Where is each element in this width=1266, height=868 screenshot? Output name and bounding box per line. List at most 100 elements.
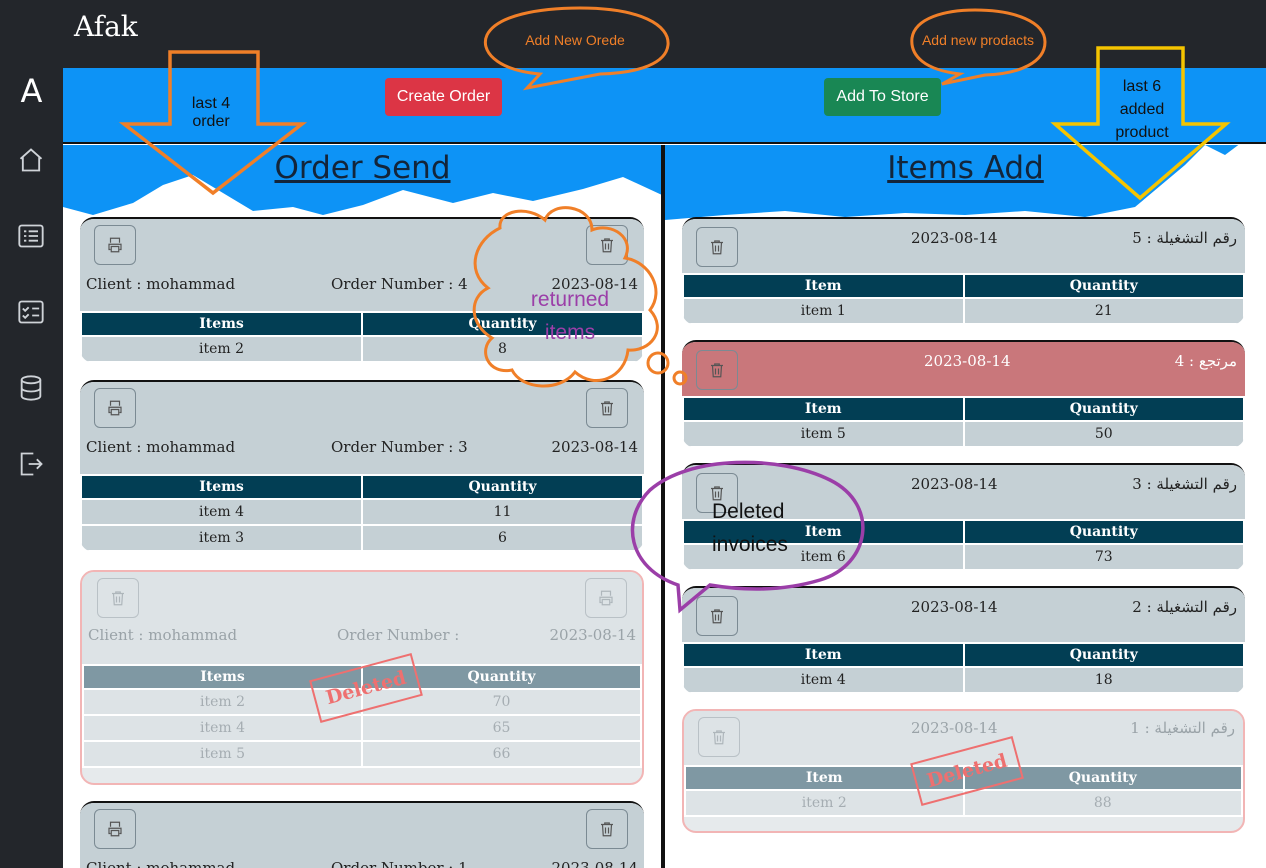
table-row: item 1 21: [682, 297, 1245, 325]
order-date: 2023-08-14: [551, 438, 638, 456]
order-items-table: Items Quantity item 4 11 item 36: [80, 474, 644, 552]
print-button[interactable]: [585, 578, 627, 618]
client-name: mohammad: [148, 626, 238, 644]
client-name: mohammad: [146, 859, 236, 868]
add-to-store-button[interactable]: Add To Store: [824, 78, 941, 116]
col-items: Items: [80, 474, 363, 500]
col-quantity: Quantity: [962, 273, 1245, 299]
col-quantity: Quantity: [361, 474, 644, 500]
client-prefix: Client :: [86, 859, 147, 868]
deleted-batch-card: 2023-08-14 رقم التشغيلة : 1 Item Quantity…: [682, 709, 1245, 833]
item-qty: 18: [962, 666, 1245, 694]
trash-icon: [711, 363, 723, 378]
item-name: item 3: [80, 524, 363, 552]
client-prefix: Client :: [86, 438, 147, 456]
trash-icon: [601, 238, 613, 253]
table-row: item 5 66: [82, 740, 642, 768]
order-date: 2023-08-14: [549, 626, 636, 644]
table-row: item 4 18: [682, 666, 1245, 694]
trash-icon: [112, 591, 124, 606]
orders-panel-title: Order Send: [274, 150, 451, 186]
batch-date: 2023-08-14: [924, 352, 1011, 370]
delete-button[interactable]: [586, 809, 628, 849]
items-panel-title: Items Add: [887, 150, 1044, 186]
table-row: item 4 65: [82, 714, 642, 742]
col-quantity: Quantity: [962, 519, 1245, 545]
order-number: 4: [458, 275, 468, 293]
order-date: 2023-08-14: [551, 859, 638, 868]
trash-icon: [711, 240, 723, 255]
add-order-label: Add New Orede: [525, 32, 625, 48]
trash-icon: [711, 609, 723, 624]
trash-icon: [601, 822, 613, 837]
item-name: item 4: [682, 666, 965, 694]
order-number-prefix: Order Number :: [337, 626, 460, 644]
item-qty: 50: [962, 420, 1245, 448]
order-card: Client : mohammad Order Number : 3 2023-…: [80, 380, 644, 552]
delete-button[interactable]: [696, 350, 738, 390]
batch-items-table: Item Quantity item 1 21: [682, 273, 1245, 325]
batch-date: 2023-08-14: [911, 719, 998, 737]
create-order-button[interactable]: Create Order: [385, 78, 502, 116]
delete-button[interactable]: [696, 596, 738, 636]
delete-button[interactable]: [698, 717, 740, 757]
item-name: item 2: [80, 335, 363, 363]
client-name: mohammad: [146, 275, 236, 293]
home-icon[interactable]: [17, 146, 47, 176]
logout-icon[interactable]: [17, 450, 47, 480]
item-qty: 21: [962, 297, 1245, 325]
batch-label: رقم التشغيلة : 2: [1132, 598, 1237, 616]
item-name: item 5: [82, 740, 363, 768]
order-number-prefix: Order Number :: [331, 438, 459, 456]
item-qty: 73: [962, 543, 1245, 571]
item-qty: 66: [361, 740, 642, 768]
delete-button[interactable]: [97, 578, 139, 618]
returned-items-label: returned items: [530, 288, 610, 344]
brand-title: Afak: [74, 10, 138, 43]
printer-icon: [108, 237, 122, 253]
list-icon[interactable]: [17, 222, 47, 252]
orders-panel: Order Send Client : mohammad Order Numbe…: [63, 145, 662, 868]
order-number: 3: [458, 438, 468, 456]
col-items: Items: [80, 311, 363, 337]
database-icon[interactable]: [17, 374, 47, 404]
top-bar: Afak: [63, 0, 1266, 68]
checklist-icon[interactable]: [17, 298, 47, 328]
client-prefix: Client :: [88, 626, 149, 644]
batch-date: 2023-08-14: [911, 229, 998, 247]
item-qty: 88: [962, 789, 1243, 817]
batch-items-table: Item Quantity item 4 18: [682, 642, 1245, 694]
delete-button[interactable]: [586, 225, 628, 265]
batch-date: 2023-08-14: [911, 598, 998, 616]
batch-label: مرتجع : 4: [1174, 352, 1237, 370]
batch-date: 2023-08-14: [911, 475, 998, 493]
client-name: mohammad: [146, 438, 236, 456]
table-row: item 5 50: [682, 420, 1245, 448]
trash-icon: [601, 401, 613, 416]
deleted-invoices-label: Deleted invoices: [712, 500, 788, 556]
print-button[interactable]: [94, 225, 136, 265]
print-button[interactable]: [94, 388, 136, 428]
last4-label: last 4 order: [191, 95, 231, 130]
sidebar: A: [0, 0, 63, 868]
table-row: item 36: [80, 524, 644, 552]
item-name: item 1: [682, 297, 965, 325]
batch-label: رقم التشغيلة : 3: [1132, 475, 1237, 493]
order-card: Client : mohammad Order Number : 1 2023-…: [80, 801, 644, 868]
order-number-prefix: Order Number :: [331, 859, 459, 868]
printer-icon: [108, 400, 122, 416]
delete-button[interactable]: [586, 388, 628, 428]
add-products-label: Add new prodacts: [921, 32, 1035, 48]
delete-button[interactable]: [696, 227, 738, 267]
sidebar-logo: A: [20, 72, 43, 110]
deleted-order-card: Client : mohammad Order Number : 2023-08…: [80, 570, 644, 785]
table-row: item 4 11: [80, 498, 644, 526]
batch-label: رقم التشغيلة : 1: [1130, 719, 1235, 737]
batch-card: 2023-08-14 رقم التشغيلة : 2 Item Quantity…: [682, 586, 1245, 694]
col-item: Item: [682, 396, 965, 422]
print-button[interactable]: [94, 809, 136, 849]
printer-icon: [599, 590, 613, 606]
order-number-prefix: Order Number :: [331, 275, 459, 293]
col-item: Item: [682, 273, 965, 299]
col-quantity: Quantity: [962, 396, 1245, 422]
